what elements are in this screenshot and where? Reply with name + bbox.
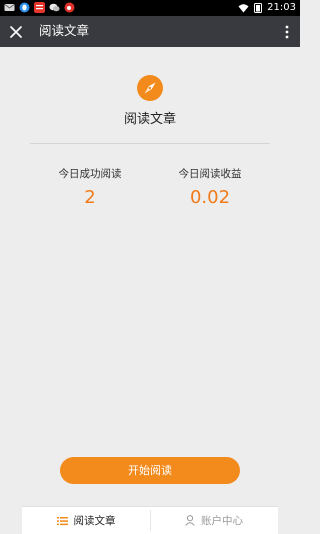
status-bar: 21:03 (0, 0, 300, 16)
qq-icon (19, 2, 30, 13)
start-reading-button[interactable]: 开始阅读 (60, 457, 240, 484)
battery-icon (254, 3, 263, 13)
weibo-icon (64, 2, 75, 13)
list-icon (56, 516, 68, 525)
status-time: 21:03 (267, 2, 296, 13)
tab-read-articles[interactable]: 阅读文章 (22, 507, 150, 534)
wifi-icon (238, 4, 249, 13)
tab-bar: 阅读文章 账户中心 (22, 506, 278, 534)
mail-icon (4, 4, 15, 11)
tab-label-account-center: 账户中心 (201, 515, 243, 527)
app-bar: 阅读文章 (0, 16, 300, 47)
stat-value-earnings: 0.02 (189, 187, 231, 208)
user-icon (185, 515, 195, 526)
system-status: 21:03 (238, 1, 296, 15)
tab-account-center[interactable]: 账户中心 (150, 507, 278, 534)
section-title: 阅读文章 (123, 112, 176, 127)
wechat-icon (49, 3, 60, 12)
main-content: 阅读文章 今日成功阅读 2 今日阅读收益 0.02 开始阅读 (0, 47, 300, 510)
close-icon[interactable] (8, 24, 24, 40)
more-vertical-icon[interactable] (284, 24, 290, 40)
app-bar-title: 阅读文章 (39, 23, 90, 38)
news-icon (34, 2, 45, 13)
tab-label-read-articles: 阅读文章 (73, 515, 116, 527)
notification-icons (4, 2, 75, 13)
stat-label-earnings: 今日阅读收益 (178, 168, 242, 180)
divider (30, 143, 270, 144)
compass-icon (137, 75, 163, 101)
